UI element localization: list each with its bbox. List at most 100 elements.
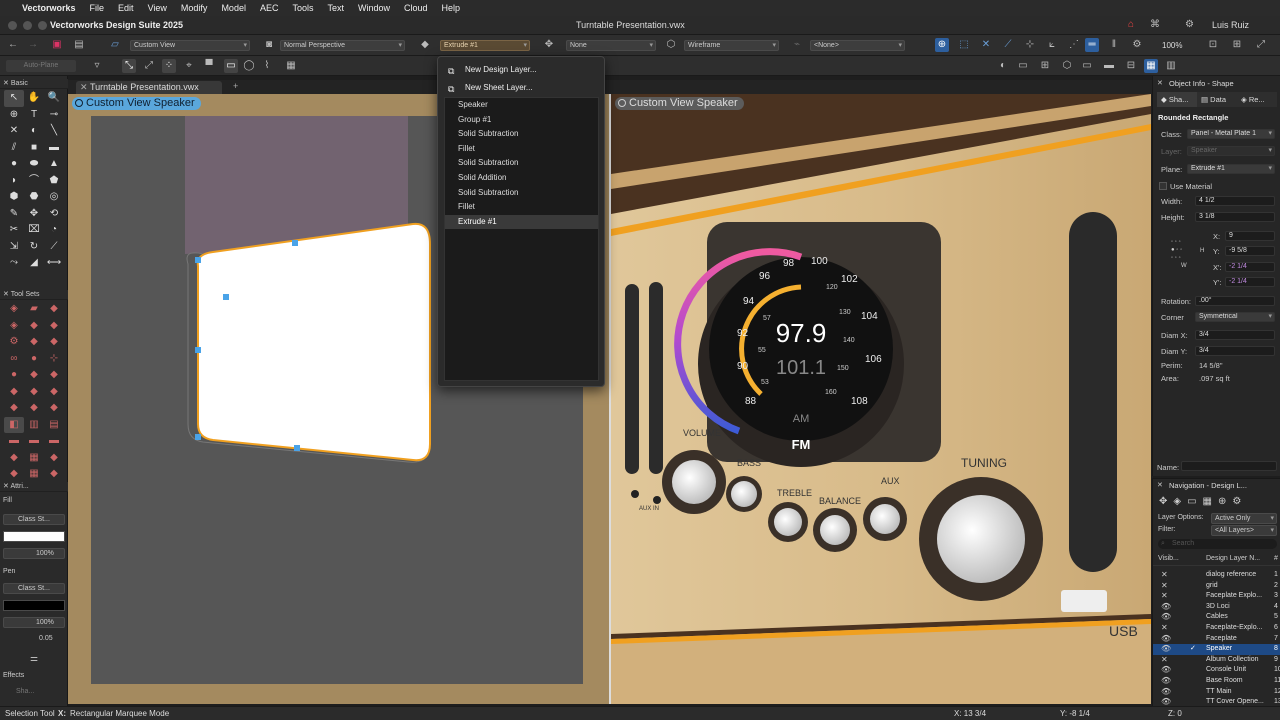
- circle-tool-icon[interactable]: ●: [4, 156, 24, 173]
- class-dropdown[interactable]: Panel - Metal Plate 1: [1187, 129, 1275, 139]
- layer-row[interactable]: ✕ dialog reference 1: [1153, 570, 1280, 581]
- plane-item-group-1[interactable]: Group #1: [445, 113, 598, 128]
- toolset-14-icon[interactable]: ◆: [24, 367, 44, 384]
- snap-tangent-icon[interactable]: ⟀: [1045, 38, 1059, 52]
- toolset-11-icon[interactable]: ●: [24, 351, 44, 368]
- toolset-8-icon[interactable]: ◆: [24, 334, 44, 351]
- plane-icon[interactable]: ◆: [418, 38, 432, 52]
- camera-icon[interactable]: ◙: [262, 38, 276, 52]
- notification-icon[interactable]: ⌂: [1128, 19, 1134, 30]
- lasso-icon[interactable]: ◯: [242, 59, 256, 73]
- toolset-19-icon[interactable]: ◆: [4, 400, 24, 417]
- freehand-tool-icon[interactable]: ⌒: [24, 173, 44, 190]
- poly-marquee-icon[interactable]: ⌇: [260, 59, 274, 73]
- mirror-tool-icon[interactable]: ✕: [4, 123, 24, 140]
- class-dropdown[interactable]: <None>: [810, 40, 905, 51]
- fill-style-dropdown[interactable]: Class St...: [3, 514, 65, 525]
- handle-bottom-mid[interactable]: [294, 445, 300, 451]
- callout-tool-icon[interactable]: ⊸: [44, 107, 64, 124]
- polyline-tool-icon[interactable]: ⬟: [44, 173, 64, 190]
- toolset-26-icon[interactable]: ▬: [24, 433, 44, 450]
- plane-item-solid-addition[interactable]: Solid Addition: [445, 171, 598, 186]
- toolset-28-icon[interactable]: ◆: [4, 450, 24, 467]
- menu-file[interactable]: File: [90, 3, 105, 13]
- toolset-2-icon[interactable]: ▰: [24, 301, 44, 318]
- mode-5-icon[interactable]: ▀: [202, 59, 216, 73]
- plane-dropdown[interactable]: Extrude #1: [440, 40, 530, 51]
- nav-settings-icon[interactable]: ⚙: [1232, 496, 1247, 507]
- polygon-tool-icon[interactable]: ⬢: [4, 189, 24, 206]
- cube-icon[interactable]: ⬡: [1060, 59, 1074, 73]
- toolset-17-icon[interactable]: ◆: [24, 384, 44, 401]
- tuning-knob[interactable]: [937, 495, 1025, 583]
- double-line-tool-icon[interactable]: ⫽: [4, 140, 24, 157]
- plane-item-solid-subtraction-1[interactable]: Solid Subtraction: [445, 127, 598, 142]
- x-field[interactable]: 9: [1225, 231, 1275, 241]
- minimize-window-button[interactable]: [23, 21, 32, 30]
- xp-field[interactable]: -2 1/4: [1225, 262, 1275, 272]
- toolset-9-icon[interactable]: ◆: [44, 334, 64, 351]
- gear-icon[interactable]: ⚙: [1185, 19, 1194, 30]
- corner-dropdown[interactable]: Symmetrical: [1195, 312, 1275, 322]
- close-window-button[interactable]: [8, 21, 17, 30]
- hidden-icon[interactable]: ✕: [1161, 655, 1168, 666]
- close-icon[interactable]: ✕: [3, 80, 11, 87]
- toolset-31-icon[interactable]: ◆: [4, 466, 24, 483]
- pan-tool-icon[interactable]: ✋: [24, 90, 44, 107]
- viewport-right-label[interactable]: Custom View Speaker: [615, 97, 744, 110]
- zoom-window-button[interactable]: [38, 21, 47, 30]
- settings-icon[interactable]: ⚙: [1130, 38, 1144, 52]
- bass-knob[interactable]: [731, 481, 757, 507]
- treble-knob[interactable]: [774, 508, 802, 536]
- rounded-rect-tool-icon[interactable]: ▬: [44, 140, 64, 157]
- toolset-3-icon[interactable]: ◆: [44, 301, 64, 318]
- split-icon[interactable]: ⊟: [1124, 59, 1138, 73]
- search-input[interactable]: ⌕ Search: [1158, 539, 1277, 549]
- back-arrow-icon[interactable]: ←: [6, 38, 20, 52]
- view-dropdown[interactable]: Custom View: [130, 40, 250, 51]
- snap-angle-icon[interactable]: ⟋: [1001, 38, 1015, 52]
- new-sheet-layer-item[interactable]: ⧉ New Sheet Layer...: [438, 79, 604, 97]
- toolset-5-icon[interactable]: ◆: [24, 318, 44, 335]
- nav-sheets-icon[interactable]: ▭: [1187, 496, 1202, 507]
- y-field[interactable]: -9 5/8: [1225, 246, 1275, 256]
- hidden-icon[interactable]: ✕: [1161, 570, 1168, 581]
- layer-row[interactable]: 👁 ✓ Speaker 8: [1153, 644, 1280, 655]
- pen-weight[interactable]: 0.05: [3, 634, 65, 645]
- close-icon[interactable]: ✕: [3, 291, 11, 298]
- spiral-tool-icon[interactable]: ◎: [44, 189, 64, 206]
- close-tab-icon[interactable]: ✕: [80, 81, 88, 94]
- pen-style-dropdown[interactable]: Class St...: [3, 583, 65, 594]
- menu-window[interactable]: Window: [358, 3, 390, 13]
- fill-color-swatch[interactable]: [3, 531, 65, 542]
- connect-tool-icon[interactable]: ⤳: [4, 255, 24, 272]
- toolset-33-icon[interactable]: ◆: [44, 466, 64, 483]
- plane-item-extrude-1[interactable]: Extrude #1: [445, 214, 598, 230]
- projection-dropdown[interactable]: Normal Perspective: [280, 40, 405, 51]
- selection-tool-icon[interactable]: ↖: [4, 90, 24, 107]
- snap-intersection-icon[interactable]: ✕: [979, 38, 993, 52]
- menu-app[interactable]: Vectorworks: [22, 3, 76, 13]
- layout-icon[interactable]: ▬: [1102, 59, 1116, 73]
- split-tool-icon[interactable]: ⌧: [24, 222, 44, 239]
- use-material-checkbox[interactable]: [1159, 182, 1167, 190]
- toolset-24-icon[interactable]: ▤: [44, 417, 64, 434]
- zoom-tool-icon[interactable]: 🔍: [44, 90, 64, 107]
- menu-view[interactable]: View: [148, 3, 167, 13]
- grid-display-icon[interactable]: ⊞: [1038, 59, 1052, 73]
- layer-row[interactable]: 👁 3D Loci 4: [1153, 602, 1280, 613]
- rectangle-tool-icon[interactable]: ■: [24, 140, 44, 157]
- toolset-18-icon[interactable]: ◆: [44, 384, 64, 401]
- mode-4-icon[interactable]: ⌖: [182, 59, 196, 73]
- eye-icon[interactable]: 👁: [1161, 665, 1171, 676]
- mode-1-icon[interactable]: ⤡: [122, 59, 136, 73]
- marionette-icon[interactable]: ⌘: [1150, 19, 1160, 30]
- doc-tab[interactable]: ✕ Turntable Presentation.vwx: [76, 81, 222, 94]
- layer-row[interactable]: ✕ Album Collection 9: [1153, 655, 1280, 666]
- handle-top-mid[interactable]: [292, 240, 298, 246]
- menu-edit[interactable]: Edit: [118, 3, 134, 13]
- layer-row[interactable]: 👁 Base Room 11: [1153, 676, 1280, 687]
- fill-opacity[interactable]: 100%: [3, 548, 65, 559]
- diamy-field[interactable]: 3/4: [1195, 346, 1275, 356]
- line-style-icon[interactable]: ⚌: [30, 653, 38, 664]
